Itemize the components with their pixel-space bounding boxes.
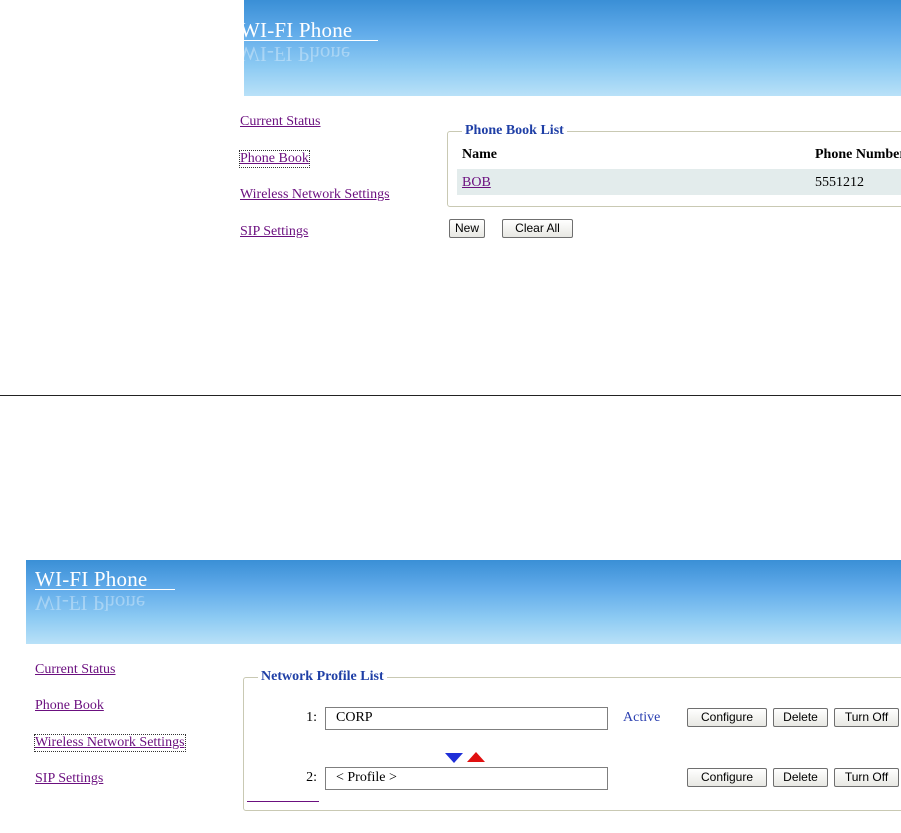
column-header-phone-number: Phone Number xyxy=(815,147,901,162)
bottom-banner-title-reflection: WI-FI Phone xyxy=(35,591,146,615)
configure-button[interactable]: Configure xyxy=(687,768,767,787)
move-down-icon[interactable] xyxy=(445,753,463,763)
nav-sip-settings[interactable]: SIP Settings xyxy=(240,224,308,240)
turn-off-button[interactable]: Turn Off xyxy=(834,708,899,727)
network-profile-list-legend: Network Profile List xyxy=(261,669,384,684)
nav-current-status[interactable]: Current Status xyxy=(35,662,116,678)
nav-phone-book[interactable]: Phone Book xyxy=(239,150,310,168)
profile-index: 1: xyxy=(306,710,317,725)
contact-name-link[interactable]: BOB xyxy=(462,175,491,191)
profile-name-field[interactable]: CORP xyxy=(325,707,608,730)
nav-sip-settings[interactable]: SIP Settings xyxy=(35,771,103,787)
new-button[interactable]: New xyxy=(449,219,485,238)
profile-name-field[interactable]: < Profile > xyxy=(325,767,608,790)
delete-button[interactable]: Delete xyxy=(773,768,828,787)
move-up-icon[interactable] xyxy=(467,752,485,762)
top-banner: WI-FI Phone WI-FI Phone xyxy=(240,0,901,96)
top-panel-phone-book: WI-FI Phone WI-FI Phone Current Status P… xyxy=(0,0,901,395)
nav-phone-book[interactable]: Phone Book xyxy=(35,698,104,714)
contact-phone-number: 5551212 xyxy=(815,175,864,190)
configure-button[interactable]: Configure xyxy=(687,708,767,727)
top-banner-title-reflection: WI-FI Phone xyxy=(240,42,351,66)
bottom-banner: WI-FI Phone WI-FI Phone xyxy=(26,560,901,644)
turn-off-button[interactable]: Turn Off xyxy=(834,768,899,787)
profile-index: 2: xyxy=(306,770,317,785)
delete-button[interactable]: Delete xyxy=(773,708,828,727)
nav-current-status[interactable]: Current Status xyxy=(240,114,321,130)
bottom-panel-network-profiles: WI-FI Phone WI-FI Phone Current Status P… xyxy=(0,396,901,833)
clear-all-button[interactable]: Clear All xyxy=(502,219,573,238)
partial-link-underline xyxy=(247,801,319,802)
profile-status-active: Active xyxy=(623,710,661,725)
column-header-name: Name xyxy=(462,147,497,162)
nav-wireless-network-settings[interactable]: Wireless Network Settings xyxy=(240,187,390,203)
phone-book-list-legend: Phone Book List xyxy=(465,123,564,138)
nav-wireless-network-settings[interactable]: Wireless Network Settings xyxy=(34,734,186,752)
